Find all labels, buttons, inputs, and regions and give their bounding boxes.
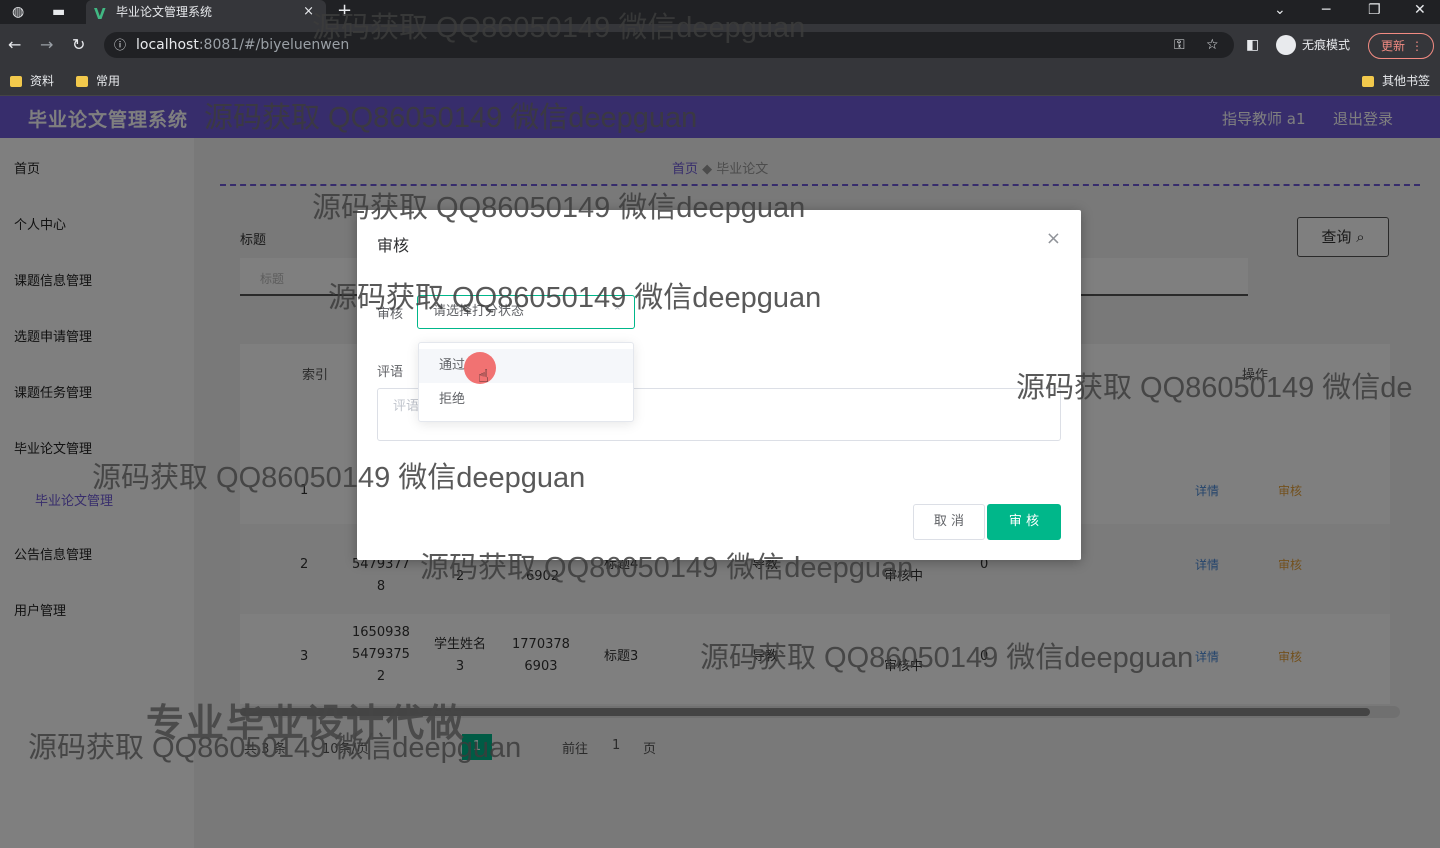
submit-audit-button[interactable]: 审 核 <box>987 504 1061 540</box>
watermark: 源码获取 QQ86050149 微信de <box>1016 372 1413 404</box>
bookmark-folder[interactable]: 资料 <box>10 72 54 90</box>
update-button[interactable]: 更新 ⋮ <box>1368 33 1434 59</box>
close-icon[interactable]: × <box>1046 228 1061 249</box>
comment-field-label: 评语 <box>377 365 404 380</box>
restore-icon[interactable]: ❐ <box>1368 0 1381 20</box>
other-bookmarks-label: 其他书签 <box>1382 74 1431 88</box>
bookmark-label: 资料 <box>30 74 55 88</box>
reload-icon[interactable]: ↻ <box>72 35 85 55</box>
star-icon[interactable]: ☆ <box>1206 35 1219 55</box>
bookmarks-bar: 资料 常用 其他书签 <box>0 66 1440 96</box>
watermark-banner: 专业毕业设计代做 <box>146 701 467 745</box>
window-icon[interactable]: ▬ <box>52 2 65 22</box>
watermark: 源码获取 QQ86050149 微信deepguan <box>204 102 698 134</box>
back-icon[interactable]: ← <box>8 35 21 55</box>
option-approve[interactable]: 通过 <box>419 349 633 383</box>
bookmark-label: 常用 <box>96 74 121 88</box>
watermark: 源码获取 QQ86050149 微信deepguan <box>312 192 806 224</box>
hand-cursor-icon: ☝ <box>478 366 489 387</box>
folder-icon <box>10 76 22 87</box>
forward-icon[interactable]: → <box>40 35 53 55</box>
incognito-icon <box>1276 35 1296 55</box>
browser-tab[interactable]: V 毕业论文管理系统 × <box>86 0 326 24</box>
more-icon: ⋮ <box>1411 39 1423 53</box>
select-dropdown: 通过 拒绝 <box>418 342 634 422</box>
info-icon[interactable]: ⓘ <box>114 35 126 55</box>
vue-icon: V <box>94 5 106 23</box>
chevron-down-icon[interactable]: ⌄ <box>1274 0 1286 20</box>
url-host: localhost <box>136 37 199 53</box>
close-window-icon[interactable]: ✕ <box>1414 0 1426 20</box>
comment-placeholder: 评语 <box>393 399 420 414</box>
key-icon[interactable]: ⚿ <box>1174 35 1185 55</box>
folder-icon <box>1362 76 1374 87</box>
minimize-icon[interactable]: ─ <box>1322 0 1330 20</box>
cancel-button[interactable]: 取 消 <box>913 504 985 540</box>
sidepanel-icon[interactable]: ◧ <box>1246 35 1259 55</box>
option-reject[interactable]: 拒绝 <box>419 383 633 417</box>
other-bookmarks[interactable]: 其他书签 <box>1362 72 1430 90</box>
folder-icon <box>76 76 88 87</box>
watermark: 源码获取 QQ86050149 微信deepguan <box>92 462 586 494</box>
bookmark-folder[interactable]: 常用 <box>76 72 120 90</box>
watermark: 源码获取 QQ86050149 微信deepguan <box>420 552 914 584</box>
globe-icon[interactable]: ◍ <box>12 2 24 22</box>
tab-title: 毕业论文管理系统 <box>116 5 213 19</box>
watermark: 源码获取 QQ86050149 微信deepguan <box>328 282 822 314</box>
watermark: 源码获取 QQ86050149 微信deepguan <box>700 642 1194 674</box>
incognito-profile[interactable]: 无痕模式 <box>1276 33 1350 57</box>
watermark: 源码获取 QQ86050149 微信deepguan <box>312 12 806 44</box>
profile-label: 无痕模式 <box>1302 38 1351 52</box>
dialog-title: 审核 <box>377 236 410 255</box>
update-label: 更新 <box>1381 39 1406 53</box>
